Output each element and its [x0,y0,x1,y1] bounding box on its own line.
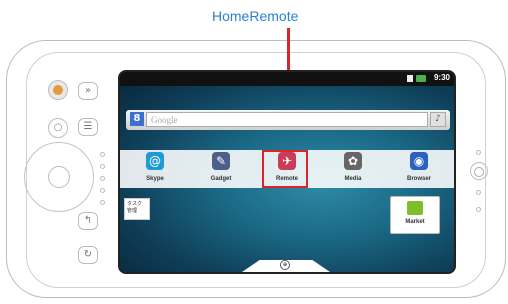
app-label: Browser [406,176,431,182]
app-gadget[interactable]: ✎ Gadget [198,152,244,188]
status-time: 9:30 [433,73,450,82]
undo-button[interactable]: ↻ [78,246,98,264]
gadget-icon: ✎ [212,152,230,170]
left-home-button[interactable] [48,80,68,100]
note-line-2: 管理 [127,208,138,214]
power-button[interactable]: ○ [48,118,68,138]
app-label: Skype [146,176,164,182]
circle-icon [474,167,484,177]
right-control-button[interactable] [470,162,488,180]
app-skype[interactable]: @ Skype [132,152,178,188]
back-button[interactable]: ↰ [78,212,98,230]
google-search-widget[interactable]: 8 Google ♪ [126,110,450,130]
remote-highlight [262,150,308,188]
app-browser[interactable]: ◉ Browser [396,152,442,188]
left-dot-2 [100,164,105,169]
browser-icon: ◉ [410,152,428,170]
signal-icon [407,75,413,82]
pad-center[interactable] [48,166,70,188]
app-label: Gadget [210,176,232,182]
mic-icon[interactable]: ♪ [430,112,446,127]
note-line-1: タスク [127,201,143,207]
menu-button[interactable]: ☰ [78,118,98,136]
home-icon [53,85,63,95]
task-manager-widget[interactable]: タスク 管理 [124,198,150,220]
google-icon: 8 [130,112,144,126]
forward-button[interactable]: » [78,82,98,100]
skype-icon: @ [146,152,164,170]
callout-label: HomeRemote [212,8,299,24]
market-label: Market [405,219,425,225]
market-app[interactable]: Market [390,196,440,234]
left-dot-4 [100,188,105,193]
market-icon [407,201,423,215]
launcher-icon[interactable]: ⊕ [280,260,290,270]
battery-icon [416,75,426,82]
left-dot-1 [100,152,105,157]
search-field[interactable]: Google [146,112,428,127]
left-dot-5 [100,200,105,205]
app-label: Media [344,176,362,182]
media-icon: ✿ [344,152,362,170]
right-dot-mid [476,190,481,195]
right-dot-top [476,150,481,155]
app-media[interactable]: ✿ Media [330,152,376,188]
status-bar: 9:30 [120,72,454,86]
left-dot-3 [100,176,105,181]
right-dot-bottom [476,207,481,212]
